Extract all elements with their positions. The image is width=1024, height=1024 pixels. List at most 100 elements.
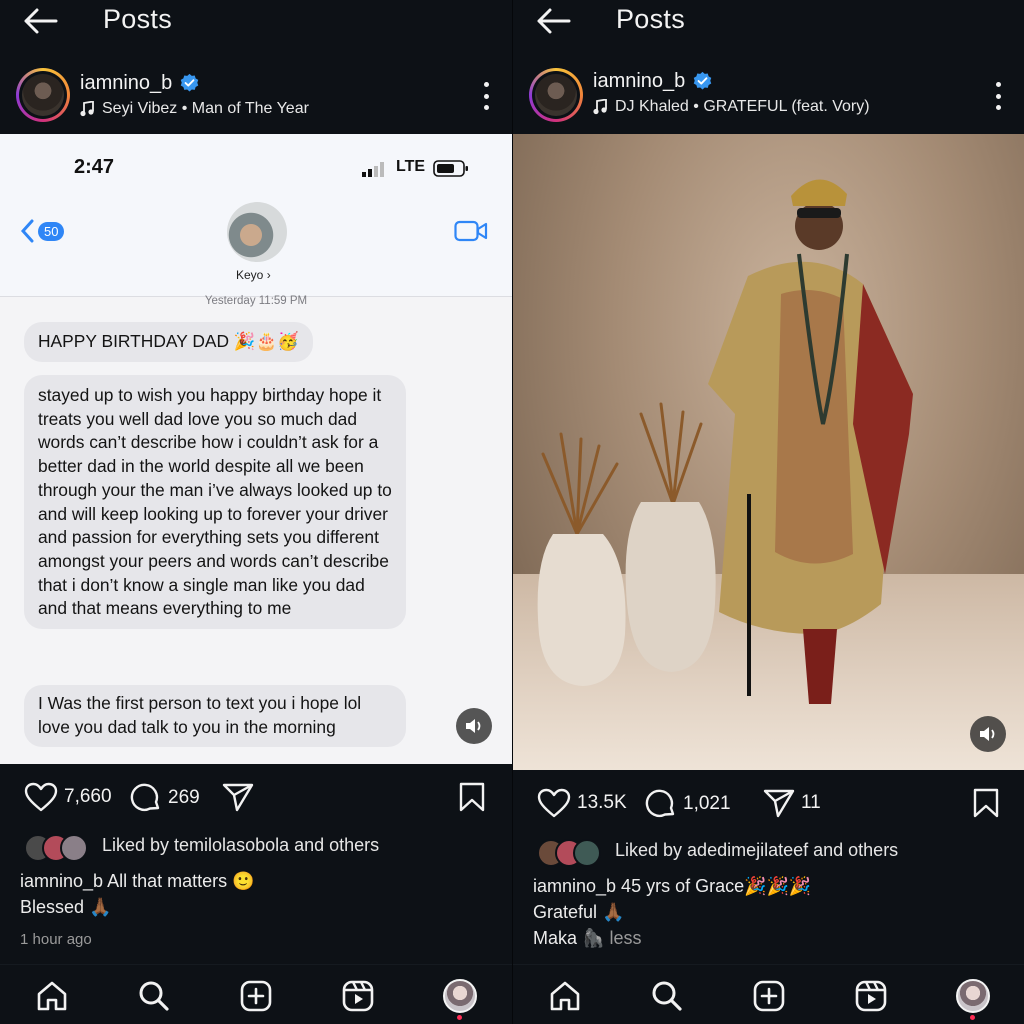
back-arrow-icon[interactable]: [535, 6, 571, 36]
liked-by-text[interactable]: Liked by adedimejilateef and others: [615, 840, 898, 861]
verified-badge-icon: [181, 73, 199, 92]
comment-button[interactable]: 1,021: [645, 788, 731, 820]
status-time: 2:47: [74, 156, 115, 178]
page-title: Posts: [616, 4, 686, 34]
message-bubble: HAPPY BIRTHDAY DAD 🎉🎂🥳: [24, 322, 313, 362]
network-label: LTE: [396, 158, 426, 175]
contact-avatar[interactable]: [227, 202, 287, 262]
post-photo[interactable]: [513, 134, 1024, 770]
mute-toggle-button[interactable]: [456, 708, 492, 744]
video-call-icon[interactable]: [454, 220, 488, 242]
bottom-nav: [513, 964, 1024, 1024]
heart-icon: [24, 782, 58, 812]
liked-by-row[interactable]: Liked by temilolasobola and others: [0, 832, 512, 862]
add-post-icon: [753, 980, 785, 1012]
share-icon[interactable]: [222, 782, 254, 812]
heart-icon: [537, 788, 571, 818]
message-bubble: I Was the first person to text you i hop…: [24, 685, 406, 748]
speaker-icon: [466, 719, 481, 733]
username[interactable]: iamnino_b: [593, 70, 685, 93]
portrait-illustration: [537, 179, 913, 704]
less-link[interactable]: less: [609, 928, 641, 948]
like-button[interactable]: 7,660: [24, 782, 112, 812]
username-row[interactable]: iamnino_b: [593, 70, 713, 93]
nav-profile[interactable]: [955, 979, 991, 1020]
nav-home[interactable]: [34, 979, 70, 1013]
avatar[interactable]: [16, 68, 70, 122]
mute-toggle-button[interactable]: [970, 716, 1006, 752]
comment-button[interactable]: 269: [130, 782, 200, 814]
contact-name[interactable]: Keyo ›: [236, 268, 271, 282]
post-actions: 7,660 269: [0, 778, 512, 824]
share-icon: [763, 789, 795, 818]
bottom-nav: [0, 964, 512, 1024]
top-bar: Posts: [513, 0, 1024, 42]
nav-create[interactable]: [751, 979, 787, 1013]
bookmark-icon[interactable]: [459, 782, 485, 812]
post-time: 1 hour ago: [20, 931, 92, 948]
chat-header: 2:47 LTE 50 Keyo ›: [0, 134, 512, 297]
music-note-icon: [80, 101, 94, 117]
post-caption: iamnino_b 45 yrs of Grace🎉🎉🎉 Grateful 🙏🏾…: [533, 873, 811, 951]
caption-line: Blessed 🙏🏾: [20, 897, 112, 917]
add-post-icon: [240, 980, 272, 1012]
page-title: Posts: [103, 4, 173, 34]
username[interactable]: iamnino_b: [80, 72, 172, 95]
reels-icon: [342, 980, 374, 1012]
battery-icon: [433, 160, 468, 177]
comment-count: 269: [168, 787, 200, 808]
nav-home[interactable]: [547, 979, 583, 1013]
music-label[interactable]: Seyi Vibez • Man of The Year: [80, 100, 309, 118]
liker-avatars: [24, 834, 96, 862]
nav-reels[interactable]: [340, 979, 376, 1013]
nav-search[interactable]: [136, 979, 172, 1013]
search-icon: [139, 981, 169, 1011]
liked-by-text[interactable]: Liked by temilolasobola and others: [102, 835, 379, 856]
nav-create[interactable]: [238, 979, 274, 1013]
left-screen: Posts iamnino_b Seyi Vibez • Man of The …: [0, 0, 512, 1024]
post-caption: iamnino_b All that matters 🙂 Blessed 🙏🏾: [20, 868, 255, 920]
notification-dot: [970, 1015, 975, 1020]
comment-count: 1,021: [683, 793, 731, 814]
liker-avatars: [537, 839, 609, 867]
music-note-icon: [593, 99, 607, 115]
home-icon: [550, 981, 580, 1011]
caption-line: Grateful 🙏🏾: [533, 902, 625, 922]
like-button[interactable]: 13.5K: [537, 788, 627, 818]
profile-avatar: [443, 979, 477, 1013]
caption-line: iamnino_b 45 yrs of Grace🎉🎉🎉: [533, 876, 812, 896]
message-timestamp: Yesterday 11:59 PM: [204, 295, 308, 307]
share-count: 11: [801, 792, 821, 813]
chat-back-button[interactable]: 50: [20, 219, 65, 243]
music-text: Seyi Vibez • Man of The Year: [102, 100, 309, 117]
post-actions: 13.5K 1,021 11: [513, 784, 1024, 830]
nav-reels[interactable]: [853, 979, 889, 1013]
nav-profile[interactable]: [442, 979, 478, 1020]
liked-by-row[interactable]: Liked by adedimejilateef and others: [513, 837, 1024, 867]
comment-icon: [130, 783, 160, 812]
caption-line: iamnino_b All that matters 🙂: [20, 871, 255, 891]
share-button[interactable]: 11: [763, 788, 821, 818]
search-icon: [652, 981, 682, 1011]
bookmark-icon[interactable]: [973, 788, 999, 818]
more-options-icon[interactable]: [994, 82, 1002, 110]
verified-badge-icon: [694, 71, 712, 90]
back-arrow-icon[interactable]: [22, 6, 58, 36]
avatar[interactable]: [529, 68, 583, 122]
comment-icon: [645, 789, 675, 818]
top-bar: Posts: [0, 0, 512, 42]
message-bubble: stayed up to wish you happy birthday hop…: [24, 375, 406, 630]
music-label[interactable]: DJ Khaled • GRATEFUL (feat. Vory): [593, 98, 870, 116]
like-count: 13.5K: [577, 792, 627, 813]
post-header: iamnino_b DJ Khaled • GRATEFUL (feat. Vo…: [513, 64, 1024, 128]
nav-search[interactable]: [649, 979, 685, 1013]
more-options-icon[interactable]: [482, 82, 490, 110]
username-row[interactable]: iamnino_b: [80, 72, 200, 95]
right-screen: Posts iamnino_b DJ Khaled • GRATEFUL (fe…: [512, 0, 1024, 1024]
signal-icon: [362, 162, 384, 177]
reels-icon: [855, 980, 887, 1012]
notification-dot: [457, 1015, 462, 1020]
speaker-icon: [980, 727, 995, 741]
profile-avatar: [956, 979, 990, 1013]
post-media[interactable]: 2:47 LTE 50 Keyo › Yesterday 11:59 PM HA…: [0, 134, 512, 764]
